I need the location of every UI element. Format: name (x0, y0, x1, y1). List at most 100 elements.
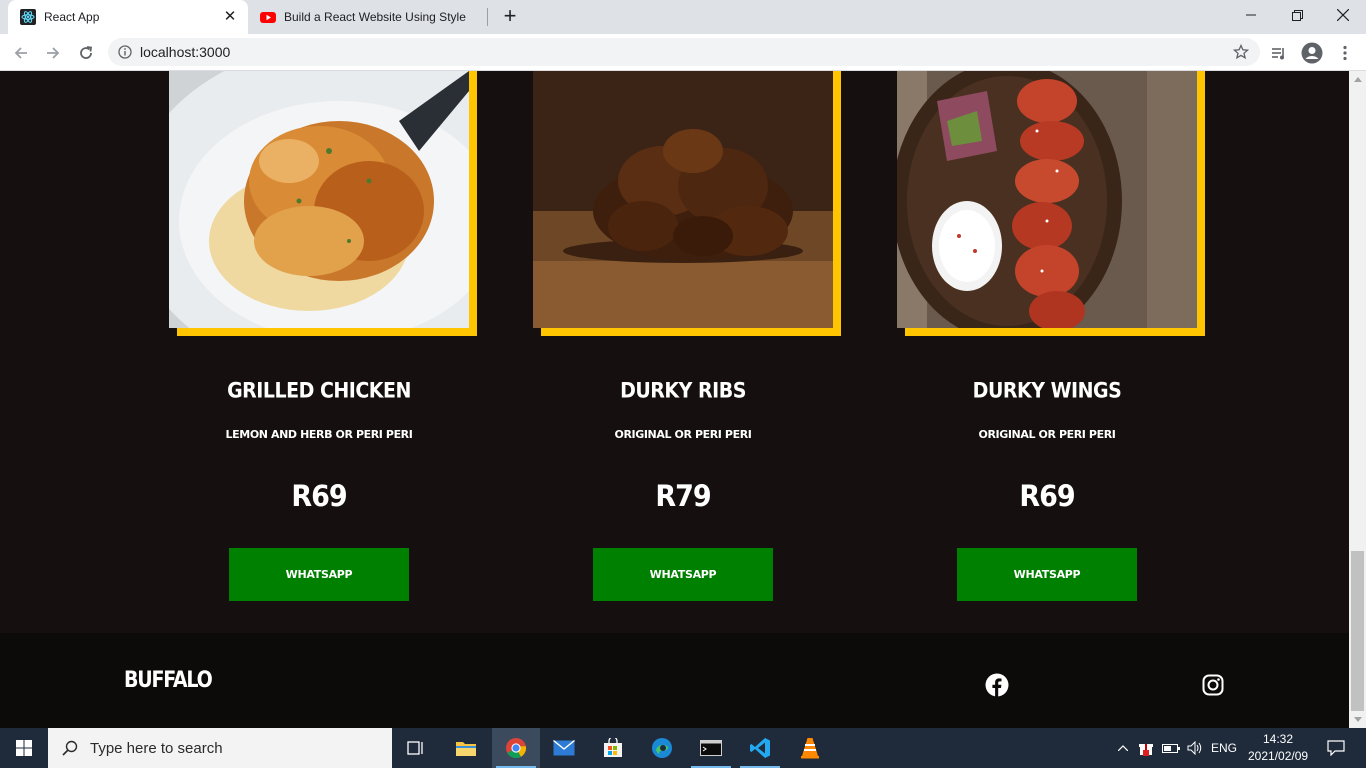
card-image-wrapper (533, 71, 841, 336)
menu-item-description: ORIGINAL OR PERI PERI (614, 428, 752, 441)
start-button[interactable] (0, 728, 48, 768)
arrow-right-icon (47, 47, 60, 59)
input-language-button[interactable]: ENG (1208, 728, 1240, 768)
store-icon (604, 738, 622, 757)
taskbar-terminal[interactable] (687, 728, 735, 768)
tab-title: Build a React Website Using Style (284, 10, 466, 24)
instagram-link[interactable] (1201, 673, 1225, 697)
menu-item-title: GRILLED CHICKEN (227, 378, 411, 404)
edge-icon (652, 738, 672, 758)
notification-icon (1327, 740, 1345, 756)
mail-icon (553, 740, 575, 756)
taskbar-store[interactable] (589, 728, 637, 768)
ribs-photo (533, 71, 833, 328)
reload-button[interactable] (73, 40, 99, 66)
vscode-icon (750, 738, 770, 758)
browser-menu-button[interactable] (1332, 40, 1358, 66)
taskbar-vscode[interactable] (736, 728, 784, 768)
menu-item-price: R69 (1019, 479, 1075, 514)
minimize-icon (1246, 14, 1256, 16)
speaker-icon (1187, 741, 1202, 755)
instagram-icon (1202, 674, 1224, 696)
task-view-button[interactable] (392, 728, 440, 768)
taskbar-chrome[interactable] (492, 728, 540, 768)
youtube-icon (260, 9, 276, 25)
action-center-button[interactable] (1318, 728, 1354, 768)
tab-youtube[interactable]: Build a React Website Using Style (250, 0, 488, 34)
chevron-up-icon (1118, 745, 1128, 751)
media-control-button[interactable] (1266, 40, 1292, 66)
browser-toolbar: localhost:3000 (0, 34, 1366, 71)
task-view-icon (407, 741, 423, 755)
tab-react-app[interactable]: React App ✕ (8, 0, 248, 34)
react-icon (20, 9, 36, 25)
menu-item-title: DURKY WINGS (972, 378, 1122, 404)
close-tab-icon[interactable]: ✕ (222, 9, 238, 25)
tray-app-button[interactable] (1136, 728, 1156, 768)
reload-icon (80, 46, 93, 59)
menu-item-description: ORIGINAL OR PERI PERI (978, 428, 1116, 441)
system-clock[interactable]: 14:32 2021/02/09 (1248, 731, 1308, 765)
url-text[interactable]: localhost:3000 (140, 44, 230, 60)
more-vert-icon (1343, 45, 1347, 61)
wings-photo (897, 71, 1197, 328)
restore-button[interactable] (1274, 0, 1320, 30)
tab-divider (487, 8, 488, 26)
folder-icon (456, 742, 476, 756)
vlc-icon (801, 738, 819, 759)
back-button[interactable] (8, 40, 34, 66)
scrollbar-thumb[interactable] (1351, 551, 1364, 711)
restore-icon (1291, 9, 1303, 21)
whatsapp-order-button[interactable]: WHATSAPP (957, 548, 1137, 601)
volume-button[interactable] (1184, 728, 1206, 768)
scroll-down-arrow-icon[interactable] (1349, 711, 1366, 728)
taskbar-mail[interactable] (540, 728, 588, 768)
battery-button[interactable] (1160, 728, 1182, 768)
taskbar-vlc[interactable] (786, 728, 834, 768)
battery-icon (1162, 744, 1180, 753)
search-icon (62, 740, 78, 756)
site-footer: BUFFALO (0, 633, 1349, 728)
taskbar-search-box[interactable]: Type here to search (48, 728, 392, 768)
facebook-icon (985, 673, 1009, 697)
grilled-chicken-photo (169, 71, 469, 328)
star-icon (1233, 44, 1249, 60)
facebook-link[interactable] (985, 673, 1009, 697)
footer-logo[interactable]: BUFFALO (124, 667, 213, 692)
whatsapp-order-button[interactable]: WHATSAPP (593, 548, 773, 601)
profile-button[interactable] (1299, 40, 1325, 66)
close-icon (1337, 9, 1349, 21)
gift-icon (1139, 744, 1153, 756)
taskbar-edge[interactable] (638, 728, 686, 768)
taskbar-file-explorer[interactable] (442, 728, 490, 768)
card-image-wrapper (897, 71, 1205, 336)
menu-item-description: LEMON AND HERB OR PERI PERI (225, 428, 413, 441)
info-icon[interactable] (118, 45, 132, 59)
windows-taskbar: Type here to search ENG 14:32 2021/02/09 (0, 728, 1366, 768)
arrow-left-icon (14, 47, 27, 59)
avatar-icon (1301, 42, 1323, 64)
clock-date: 2021/02/09 (1248, 749, 1309, 763)
menu-item-price: R69 (291, 479, 347, 514)
show-hidden-icons-button[interactable] (1113, 728, 1133, 768)
address-bar[interactable]: localhost:3000 (108, 38, 1260, 66)
terminal-icon (700, 740, 722, 756)
playlist-icon (1272, 48, 1284, 60)
new-tab-button[interactable]: + (498, 5, 522, 29)
scroll-up-arrow-icon[interactable] (1349, 71, 1366, 88)
search-placeholder: Type here to search (90, 739, 223, 757)
browser-tab-strip: React App ✕ Build a React Website Using … (0, 0, 1366, 34)
bookmark-star-button[interactable] (1230, 41, 1252, 63)
close-window-button[interactable] (1320, 0, 1366, 30)
chrome-icon (506, 738, 527, 759)
windows-logo-icon (16, 740, 32, 756)
minimize-button[interactable] (1228, 0, 1274, 30)
page-viewport: GRILLED CHICKEN LEMON AND HERB OR PERI P… (0, 71, 1349, 728)
clock-time: 14:32 (1262, 732, 1294, 746)
menu-item-title: DURKY RIBS (620, 378, 746, 404)
menu-item-price: R79 (655, 479, 711, 514)
page-scrollbar[interactable] (1349, 71, 1366, 728)
whatsapp-order-button[interactable]: WHATSAPP (229, 548, 409, 601)
tab-title: React App (44, 10, 100, 24)
forward-button[interactable] (40, 40, 66, 66)
